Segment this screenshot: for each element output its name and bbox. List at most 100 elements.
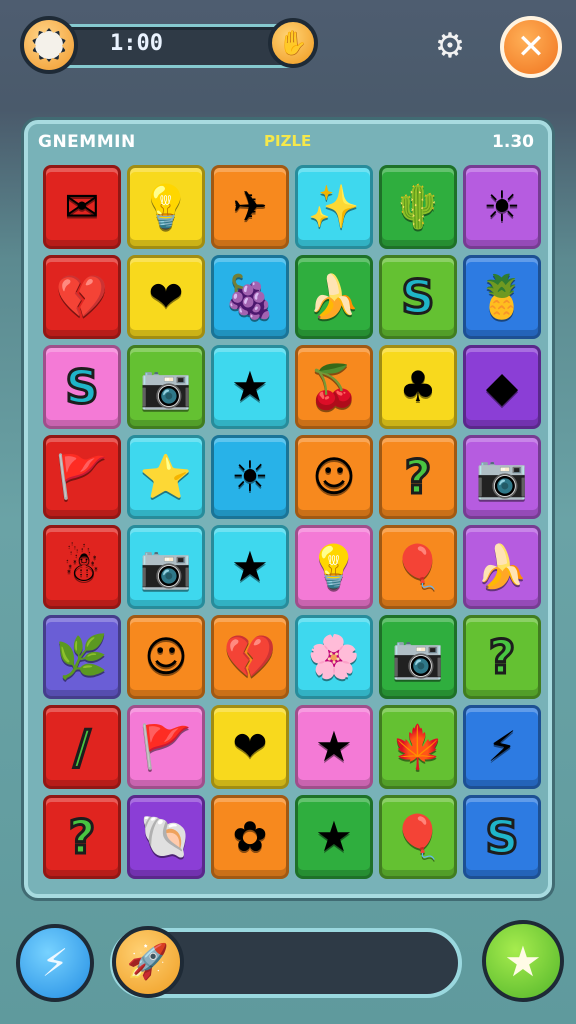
flower-icon: ✿ bbox=[232, 812, 268, 861]
star-button[interactable]: ★ bbox=[482, 920, 564, 1002]
rocket-button[interactable]: 🚀 bbox=[112, 926, 184, 998]
broken-heart-icon: 💔 bbox=[223, 632, 277, 681]
close-icon: ✕ bbox=[516, 27, 546, 67]
tile[interactable]: / bbox=[43, 705, 121, 789]
tile[interactable]: ❤ bbox=[211, 705, 289, 789]
banana-icon: 🍌 bbox=[475, 542, 529, 591]
tile[interactable]: 🐚 bbox=[127, 795, 205, 879]
board-score-label: 1.30 bbox=[492, 132, 534, 152]
tile[interactable]: ☃ bbox=[43, 525, 121, 609]
timer-text: 1:00 bbox=[110, 31, 163, 56]
tile[interactable]: 💔 bbox=[43, 255, 121, 339]
star-icon: ★ bbox=[315, 722, 353, 771]
tile[interactable]: 🍍 bbox=[463, 255, 541, 339]
gem-icon: ◆ bbox=[485, 362, 519, 411]
plant-icon: 🌿 bbox=[55, 632, 109, 681]
tile[interactable]: ? bbox=[463, 615, 541, 699]
tile[interactable]: ⭐ bbox=[127, 435, 205, 519]
mail-icon: ✉ bbox=[64, 182, 100, 231]
flag-icon: 🚩 bbox=[139, 722, 193, 771]
tile[interactable]: ? bbox=[43, 795, 121, 879]
tile[interactable]: 💡 bbox=[295, 525, 373, 609]
cog-badge-icon bbox=[32, 28, 66, 62]
s-letter-icon: S bbox=[484, 809, 520, 866]
plane-icon: ✈ bbox=[232, 182, 268, 231]
tile[interactable]: ? bbox=[379, 435, 457, 519]
tile[interactable]: 🚩 bbox=[43, 435, 121, 519]
question-icon: ? bbox=[67, 809, 97, 866]
timer-bar bbox=[58, 24, 298, 68]
s-letter-icon: S bbox=[64, 359, 100, 416]
question-icon: ? bbox=[403, 449, 433, 506]
badge-button[interactable] bbox=[20, 16, 78, 74]
game-board: GNEMMIN PIZLE 1.30 ✉ 💡 ✈ ✨ 🌵 ☀ 💔 ❤ 🍇 🍌 S 🍍 S 📷 ★ 🍒 ♣ ◆ 🚩 ⭐ ☀… bbox=[24, 120, 552, 898]
cherry-icon: 🍒 bbox=[307, 362, 361, 411]
tile[interactable]: ♣ bbox=[379, 345, 457, 429]
tile[interactable]: 🎈 bbox=[379, 525, 457, 609]
camera-icon: 📷 bbox=[391, 632, 445, 681]
tile[interactable]: ☺ bbox=[127, 615, 205, 699]
tile[interactable]: S bbox=[379, 255, 457, 339]
balloon-icon: 🎈 bbox=[391, 542, 445, 591]
bolt-icon: ⚡ bbox=[41, 941, 69, 985]
tile[interactable]: 📷 bbox=[463, 435, 541, 519]
hand-button[interactable]: ✋ bbox=[268, 18, 318, 68]
tile[interactable]: 📷 bbox=[127, 525, 205, 609]
tile[interactable]: 🌸 bbox=[295, 615, 373, 699]
board-mid-label: PIZLE bbox=[264, 132, 312, 150]
tile[interactable]: 📷 bbox=[379, 615, 457, 699]
close-button[interactable]: ✕ bbox=[500, 16, 562, 78]
tile[interactable]: ★ bbox=[295, 705, 373, 789]
tile[interactable]: ⚡ bbox=[463, 705, 541, 789]
tile[interactable]: 🌿 bbox=[43, 615, 121, 699]
tile[interactable]: ★ bbox=[211, 345, 289, 429]
sparkle-star-icon: ★ bbox=[231, 362, 269, 411]
bolt-button[interactable]: ⚡ bbox=[16, 924, 94, 1002]
tile[interactable]: ☺ bbox=[295, 435, 373, 519]
camera-icon: 📷 bbox=[475, 452, 529, 501]
star-icon: ★ bbox=[315, 812, 353, 861]
broken-heart-icon: 💔 bbox=[55, 272, 109, 321]
banana-icon: 🍌 bbox=[307, 272, 361, 321]
sun-icon: ☀ bbox=[231, 452, 269, 501]
tile[interactable]: ✨ bbox=[295, 165, 373, 249]
tile[interactable]: 💔 bbox=[211, 615, 289, 699]
tile[interactable]: ◆ bbox=[463, 345, 541, 429]
tile[interactable]: 🍌 bbox=[295, 255, 373, 339]
camera-icon: 📷 bbox=[139, 542, 193, 591]
s-letter-icon: S bbox=[400, 269, 436, 326]
sparkle-star-icon: ★ bbox=[231, 542, 269, 591]
tile[interactable]: ❤ bbox=[127, 255, 205, 339]
bulb-icon: 💡 bbox=[139, 182, 193, 231]
tile[interactable]: 🎈 bbox=[379, 795, 457, 879]
tile[interactable]: 🚩 bbox=[127, 705, 205, 789]
tile[interactable]: 📷 bbox=[127, 345, 205, 429]
tile[interactable]: ☀ bbox=[211, 435, 289, 519]
tile[interactable]: 🍇 bbox=[211, 255, 289, 339]
stick-icon: / bbox=[72, 719, 92, 776]
tile[interactable]: 💡 bbox=[127, 165, 205, 249]
tile[interactable]: S bbox=[463, 795, 541, 879]
board-header: GNEMMIN PIZLE 1.30 bbox=[28, 124, 548, 158]
camera-icon: 📷 bbox=[139, 362, 193, 411]
bolt-icon: ⚡ bbox=[487, 722, 517, 771]
star-icon: ★ bbox=[504, 936, 542, 986]
tile[interactable]: ☀ bbox=[463, 165, 541, 249]
leaf-icon: 🍁 bbox=[391, 722, 445, 771]
flag-icon: 🚩 bbox=[55, 452, 109, 501]
bottom-bar: ⚡ 🚀 ★ bbox=[0, 910, 576, 1024]
tile[interactable]: 🍒 bbox=[295, 345, 373, 429]
tile[interactable]: ★ bbox=[211, 525, 289, 609]
settings-button[interactable]: ⚙ bbox=[432, 28, 468, 64]
rocket-icon: 🚀 bbox=[126, 942, 170, 982]
tile[interactable]: 🌵 bbox=[379, 165, 457, 249]
tile[interactable]: 🍁 bbox=[379, 705, 457, 789]
gear-icon: ⚙ bbox=[434, 26, 466, 66]
face-icon: ☺ bbox=[144, 632, 188, 681]
tile[interactable]: 🍌 bbox=[463, 525, 541, 609]
tile[interactable]: S bbox=[43, 345, 121, 429]
tile[interactable]: ★ bbox=[295, 795, 373, 879]
tile[interactable]: ✈ bbox=[211, 165, 289, 249]
tile[interactable]: ✿ bbox=[211, 795, 289, 879]
tile[interactable]: ✉ bbox=[43, 165, 121, 249]
